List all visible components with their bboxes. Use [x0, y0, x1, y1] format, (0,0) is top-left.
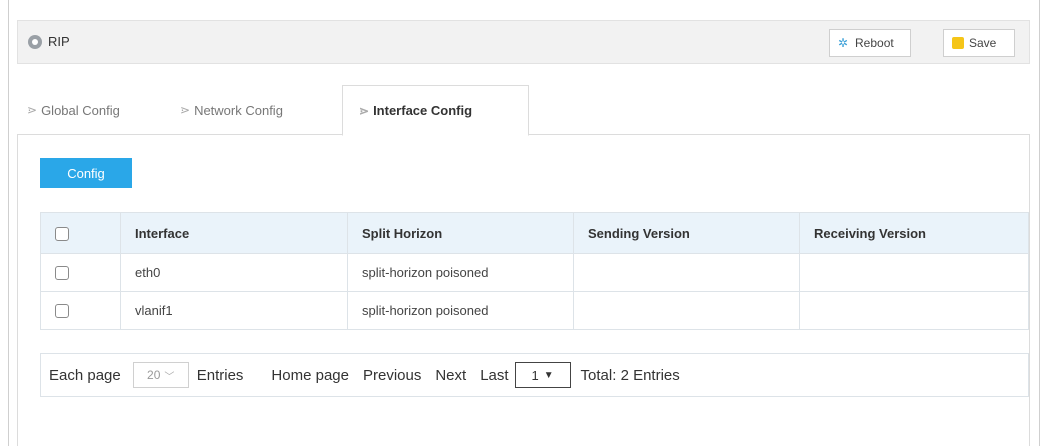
tab-label: Network Config — [194, 102, 283, 118]
total-entries: Total: 2 Entries — [580, 366, 680, 384]
row-select-cell — [40, 291, 121, 330]
sending-version-cell — [573, 291, 800, 330]
split-horizon-cell: split-horizon poisoned — [347, 291, 574, 330]
chevron-down-icon: ▼ — [543, 369, 554, 381]
column-header[interactable]: Interface — [120, 212, 348, 254]
receiving-version-cell — [799, 253, 1029, 292]
tab-bar: ⋗ Global Config ⋗ Network Config ⋗ Inter… — [17, 85, 1030, 136]
current-page-value: 1 — [531, 367, 539, 383]
spinner-icon: ✲ — [838, 36, 849, 50]
row-checkbox[interactable] — [55, 304, 69, 319]
tab-global-config[interactable]: ⋗ Global Config — [27, 85, 120, 135]
column-header[interactable]: Split Horizon — [347, 212, 574, 254]
column-header[interactable]: Receiving Version — [799, 212, 1029, 254]
location-pin-icon — [28, 34, 42, 49]
interface-cell: eth0 — [120, 253, 348, 292]
save-button[interactable]: Save — [943, 29, 1015, 57]
table-row[interactable]: eth0 split-horizon poisoned — [40, 253, 1029, 292]
tab-interface-config[interactable]: ⋗ Interface Config — [342, 85, 529, 136]
select-all-checkbox[interactable] — [55, 226, 69, 241]
chevron-right-icon: ⋗ — [359, 103, 370, 118]
column-header[interactable]: Sending Version — [573, 212, 800, 254]
reboot-label: Reboot — [855, 36, 894, 50]
tab-network-config[interactable]: ⋗ Network Config — [180, 85, 283, 135]
row-checkbox[interactable] — [55, 266, 69, 281]
interface-cell: vlanif1 — [120, 291, 348, 330]
chevron-right-icon: ⋗ — [27, 103, 38, 117]
table-row[interactable]: vlanif1 split-horizon poisoned — [40, 291, 1029, 330]
sending-version-cell — [573, 253, 800, 292]
select-all-cell — [40, 212, 121, 254]
previous-link[interactable]: Previous — [363, 367, 421, 384]
chevron-down-icon: ﹀ — [164, 371, 175, 383]
interface-table: Interface Split Horizon Sending Version … — [40, 212, 1029, 330]
save-icon — [952, 37, 964, 49]
each-page-label: Each page — [49, 366, 121, 384]
tab-label: Global Config — [41, 102, 120, 118]
config-button[interactable]: Config — [40, 158, 132, 188]
page-number-select[interactable]: 1 ▼ — [514, 362, 571, 388]
entries-label: Entries — [196, 366, 244, 384]
next-link[interactable]: Next — [435, 367, 466, 384]
save-label: Save — [969, 36, 997, 50]
last-link[interactable]: Last — [480, 367, 508, 384]
chevron-right-icon: ⋗ — [180, 103, 191, 117]
reboot-button[interactable]: ✲ Reboot — [829, 29, 911, 57]
page-size-select[interactable]: 20 ﹀ — [132, 362, 189, 388]
table-header-row: Interface Split Horizon Sending Version … — [40, 212, 1029, 254]
page-size-value: 20 — [147, 368, 161, 382]
row-select-cell — [40, 253, 121, 292]
home-page-link[interactable]: Home page — [271, 367, 349, 384]
tab-label: Interface Config — [373, 103, 473, 118]
receiving-version-cell — [799, 291, 1029, 330]
page-title: RIP — [48, 34, 70, 49]
title-bar: RIP ✲ Reboot Save — [17, 20, 1030, 64]
pagination-bar: Each page 20 ﹀ Entries Home page Previou… — [40, 353, 1029, 397]
split-horizon-cell: split-horizon poisoned — [347, 253, 574, 292]
